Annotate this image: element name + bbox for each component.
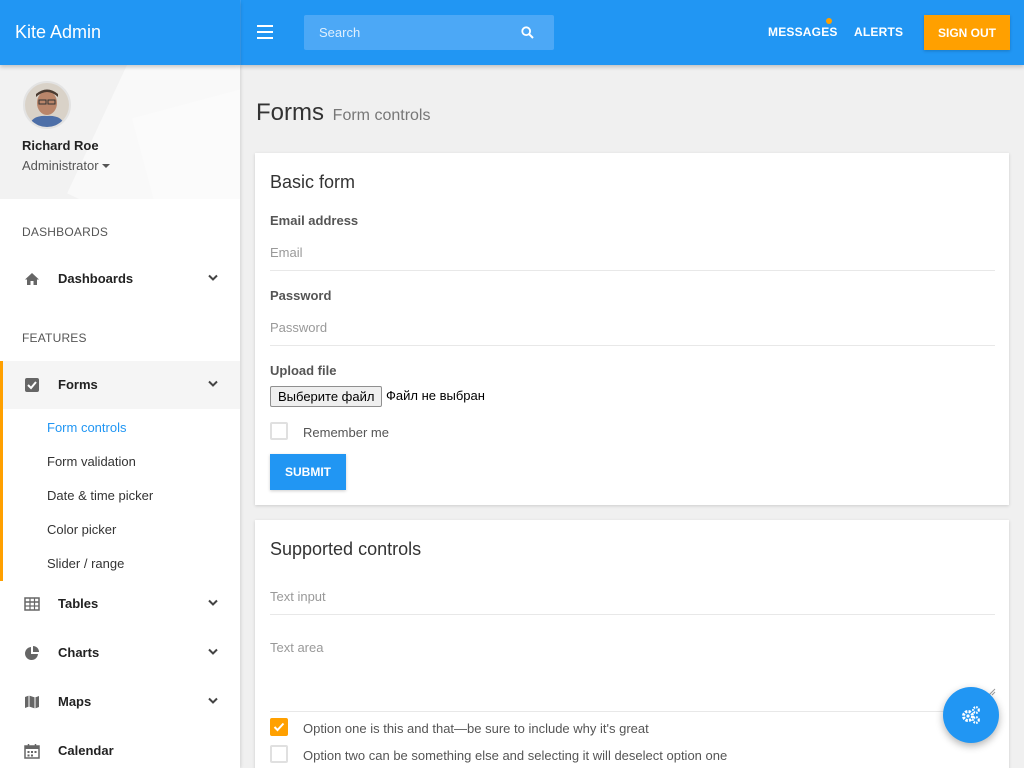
sidebar-item-maps[interactable]: Maps [0,678,240,726]
sidebar-item-forms[interactable]: Forms [3,361,240,409]
card-title: Basic form [270,172,356,192]
sidebar-subitem-date-time-picker[interactable]: Date & time picker [47,488,153,503]
search-icon[interactable] [521,26,534,39]
alerts-link[interactable]: ALERTS [854,25,903,39]
chevron-down-icon [208,599,218,606]
chevron-down-icon [208,380,218,387]
checkmark-icon [273,722,285,732]
sidebar-item-label: Dashboards [58,271,134,286]
sidebar-item-label: Tables [58,596,99,611]
checkbox-checked-icon [25,378,39,392]
page-subtitle: Form controls [332,107,431,124]
map-icon [25,695,39,709]
option-two-checkbox[interactable] [270,745,288,763]
sidebar-subitem-form-controls[interactable]: Form controls [47,420,126,435]
sidebar-item-label: Maps [58,694,92,709]
card-title: Supported controls [270,539,422,559]
app-title: Kite Admin [15,22,102,42]
remember-me-checkbox[interactable] [270,422,288,440]
text-input[interactable] [270,589,995,615]
chevron-down-icon [208,648,218,655]
sign-out-button[interactable]: SIGN OUT [924,15,1010,50]
sidebar-item-label: Calendar [58,743,114,758]
home-icon [25,273,39,285]
section-title-features: FEATURES [22,331,87,345]
chevron-down-icon [208,274,218,281]
sidebar-subitem-color-picker[interactable]: Color picker [47,522,116,537]
option-one-label: Option one is this and that—be sure to i… [303,721,649,736]
sidebar-item-label: Forms [58,377,98,392]
password-field[interactable] [270,320,995,346]
text-area[interactable] [270,640,995,712]
sidebar-item-calendar[interactable]: Calendar [0,727,240,768]
sidebar-group-forms: Forms Form controls Form validation Date… [0,361,240,581]
pie-chart-icon [25,646,39,660]
sidebar-subitem-form-validation[interactable]: Form validation [47,454,136,469]
app-brand[interactable]: Kite Admin [0,0,240,65]
messages-link[interactable]: MESSAGES [768,25,838,39]
calendar-icon [24,744,40,759]
page-title: Forms Form controls [256,99,430,127]
submit-button[interactable]: SUBMIT [270,454,346,490]
email-label: Email address [270,213,359,228]
table-icon [24,597,40,611]
user-name: Richard Roe [22,138,99,153]
cogs-icon [962,706,980,724]
basic-form-card: Basic form Email address Password Upload… [255,153,1009,505]
supported-controls-card: Supported controls Option one is this an… [255,520,1009,768]
caret-down-icon [101,164,110,168]
top-bar: MESSAGES ALERTS SIGN OUT [240,0,1024,65]
choose-file-button[interactable]: Выберите файл [270,386,383,407]
chevron-down-icon [208,697,218,704]
sidebar-subitem-slider-range[interactable]: Slider / range [47,556,124,571]
search-box [304,15,554,50]
user-profile: Richard Roe Administrator [0,65,240,199]
file-status: Файл не выбран [386,388,485,403]
sidebar-item-dashboards[interactable]: Dashboards [0,255,240,303]
upload-label: Upload file [270,363,337,378]
hamburger-menu-icon[interactable] [257,25,273,39]
sidebar-item-label: Charts [58,645,100,660]
email-field[interactable] [270,245,995,271]
section-title-dashboards: DASHBOARDS [22,225,109,239]
password-label: Password [270,288,332,303]
option-two-label: Option two can be something else and sel… [303,748,728,763]
sidebar-item-charts[interactable]: Charts [0,629,240,677]
sidebar-item-tables[interactable]: Tables [0,580,240,628]
page-title-text: Forms [256,99,324,126]
search-input[interactable] [304,15,554,50]
user-role: Administrator [22,158,99,173]
option-one-checkbox[interactable] [270,718,288,736]
user-role-dropdown[interactable]: Administrator [22,158,110,173]
remember-me-label: Remember me [303,425,389,440]
messages-notification-dot [826,18,832,24]
settings-fab[interactable] [943,687,999,743]
sidebar: Richard Roe Administrator DASHBOARDS Das… [0,65,240,768]
avatar[interactable] [23,81,71,129]
